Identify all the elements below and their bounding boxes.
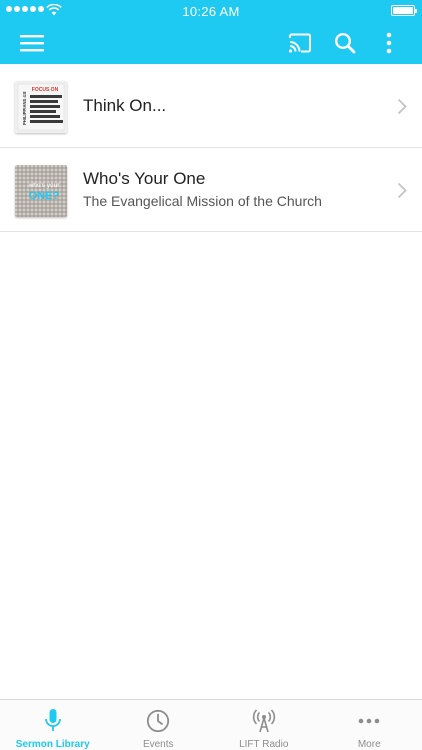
list-item-text: Think On... bbox=[83, 64, 382, 147]
series-thumbnail: who's your ONE? bbox=[15, 165, 67, 217]
cast-icon bbox=[288, 33, 311, 53]
status-time: 10:26 AM bbox=[182, 4, 240, 19]
tab-label: Sermon Library bbox=[15, 739, 90, 750]
tab-events[interactable]: Events bbox=[106, 700, 212, 750]
menu-button[interactable] bbox=[17, 28, 47, 58]
tab-lift-radio[interactable]: LIFT Radio bbox=[211, 700, 317, 750]
vertical-dots-icon bbox=[386, 32, 392, 54]
tab-label: Events bbox=[142, 739, 174, 750]
series-subtitle: The Evangelical Mission of the Church bbox=[83, 193, 322, 209]
chevron-right-icon bbox=[397, 182, 407, 199]
list-item-whos-your-one[interactable]: who's your ONE? Who's Your One The Evang… bbox=[0, 148, 422, 232]
series-thumbnail: FOCUS ON PHILIPPIANS 4:8 bbox=[15, 81, 67, 133]
thumbnail-heading: who's your bbox=[28, 182, 61, 189]
cast-button[interactable] bbox=[285, 28, 315, 58]
tab-more[interactable]: More bbox=[317, 700, 422, 750]
search-button[interactable] bbox=[330, 28, 360, 58]
radio-antenna-icon bbox=[252, 708, 275, 732]
thumbnail-side-text: PHILIPPIANS 4:8 bbox=[22, 91, 27, 125]
overflow-menu-button[interactable] bbox=[374, 28, 404, 58]
tab-label: LIFT Radio bbox=[239, 739, 289, 750]
clock-icon bbox=[147, 709, 170, 732]
series-title: Think On... bbox=[83, 95, 167, 115]
sermon-series-list: FOCUS ON PHILIPPIANS 4:8 Think On... who… bbox=[0, 64, 422, 232]
hamburger-icon bbox=[20, 35, 44, 52]
thumbnail-heading: FOCUS ON bbox=[32, 87, 59, 93]
list-item-think-on[interactable]: FOCUS ON PHILIPPIANS 4:8 Think On... bbox=[0, 64, 422, 148]
think-on-artwork: FOCUS ON PHILIPPIANS 4:8 bbox=[15, 81, 67, 133]
search-icon bbox=[334, 32, 356, 54]
tab-sermon-library[interactable]: Sermon Library bbox=[0, 700, 106, 750]
series-title: Who's Your One bbox=[83, 169, 206, 188]
thumbnail-big-text: ONE? bbox=[29, 190, 60, 202]
chevron-right-icon bbox=[397, 98, 407, 115]
microphone-icon bbox=[44, 709, 61, 731]
status-bar: 10:26 AM bbox=[0, 0, 422, 22]
tab-label: More bbox=[357, 739, 381, 750]
whos-your-one-artwork: who's your ONE? bbox=[15, 165, 67, 217]
toolbar bbox=[0, 22, 422, 64]
more-dots-icon bbox=[358, 718, 380, 723]
app-header: 10:26 AM bbox=[0, 0, 422, 64]
list-item-text: Who's Your One The Evangelical Mission o… bbox=[83, 148, 382, 231]
battery-icon bbox=[391, 5, 417, 16]
bottom-tab-bar: Sermon Library Events LIFT Radio More bbox=[0, 699, 422, 750]
